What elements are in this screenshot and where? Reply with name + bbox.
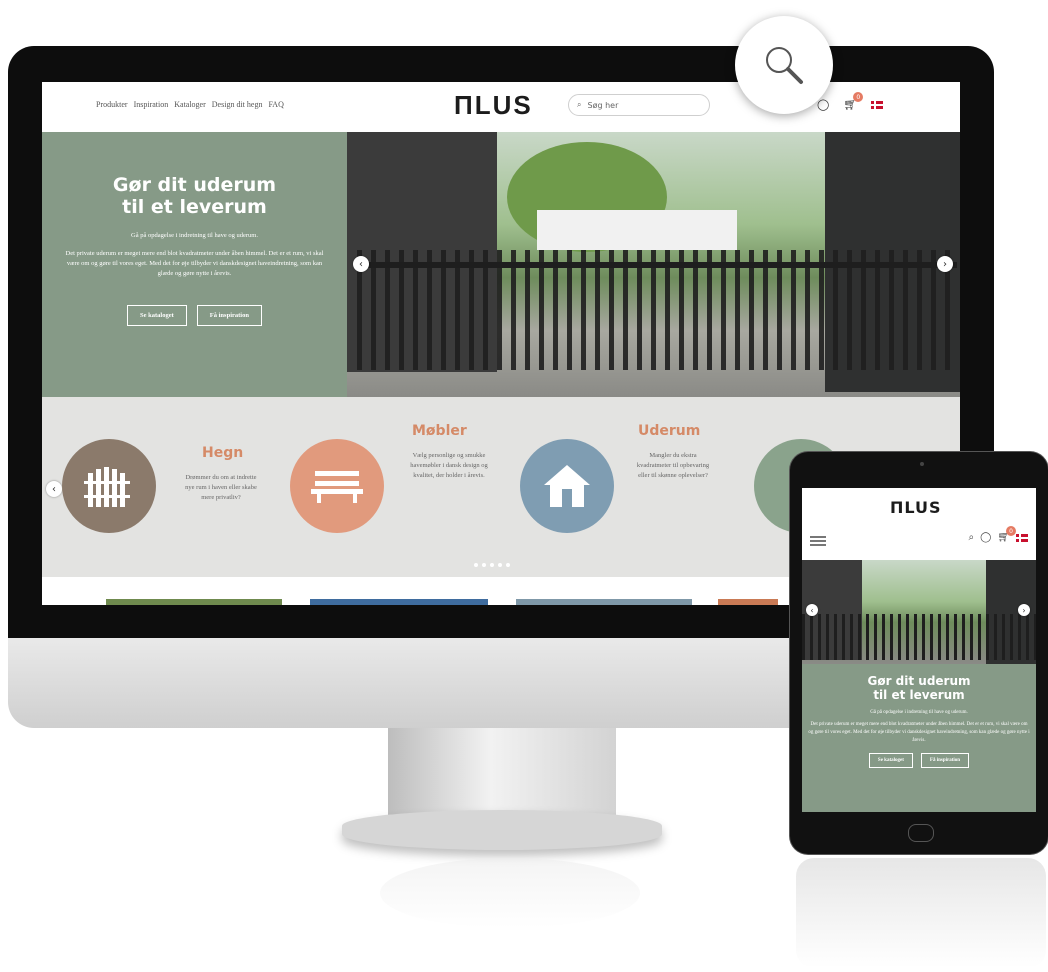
tablet-header-icons: ⌕ ◯ 🛒︎ 0	[968, 526, 1028, 543]
hero-buttons: Se kataloget Få inspiration	[42, 305, 347, 326]
tablet-hero-text: Gør dit uderum til et leverum Gå på opda…	[802, 664, 1036, 812]
fence-shape	[357, 250, 957, 370]
magnifier-icon	[735, 16, 833, 114]
carousel-dots	[474, 563, 510, 567]
carousel-dot[interactable]	[474, 563, 478, 567]
tablet-hero-title: Gør dit uderum til et leverum	[802, 674, 1036, 702]
tablet-next-arrow-icon[interactable]: ›	[1018, 604, 1030, 616]
cart-icon[interactable]: 🛒︎ 0	[843, 92, 864, 111]
tablet-hero-title-line2: til et leverum	[873, 688, 965, 702]
carousel-dot[interactable]	[490, 563, 494, 567]
nav-item-inspiration[interactable]: Inspiration	[134, 100, 169, 109]
hero-image: ‹ ›	[347, 132, 960, 397]
tablet-fence-shape	[802, 614, 1036, 660]
menu-icon[interactable]	[810, 536, 826, 546]
category-title-mobler[interactable]: Møbler	[412, 423, 467, 439]
tablet-camera	[920, 462, 924, 466]
danish-flag-icon[interactable]	[871, 100, 884, 109]
cart-badge: 0	[853, 92, 864, 102]
carousel-dot[interactable]	[498, 563, 502, 567]
tablet-cart-badge: 0	[1006, 526, 1016, 536]
tablet-get-inspiration-button[interactable]: Få inspiration	[920, 753, 970, 768]
search-input[interactable]: ⌕ Søg her	[568, 94, 710, 116]
hero-title-line2: til et leverum	[122, 196, 267, 218]
tablet-prev-arrow-icon[interactable]: ‹	[806, 604, 818, 616]
hero-title: Gør dit uderum til et leverum	[42, 174, 347, 218]
hero-subtitle: Gå på opdagelse i indretning til have og…	[131, 232, 258, 239]
tablet-logo[interactable]: ПLUS	[890, 498, 942, 517]
see-catalog-button[interactable]: Se kataloget	[127, 305, 187, 326]
tablet-see-catalog-button[interactable]: Se kataloget	[868, 753, 913, 768]
main-nav: Produkter Inspiration Kataloger Design d…	[96, 100, 284, 109]
tablet-hero-title-line1: Gør dit uderum	[867, 674, 971, 688]
hero-prev-arrow-icon[interactable]: ‹	[353, 256, 369, 272]
tablet-user-icon[interactable]: ◯	[980, 532, 991, 543]
tablet-danish-flag-icon[interactable]	[1016, 533, 1028, 542]
tablet-hero-subtitle: Gå på opdagelse i indretning til have og…	[870, 710, 968, 715]
thumbnail-image[interactable]	[718, 599, 778, 605]
tablet-home-button[interactable]	[908, 824, 934, 842]
hero-section: Gør dit uderum til et leverum Gå på opda…	[42, 132, 960, 397]
tablet-hero-image: ‹ ›	[802, 560, 1036, 664]
hero-text-panel: Gør dit uderum til et leverum Gå på opda…	[42, 132, 347, 397]
house-category-icon[interactable]	[520, 439, 614, 533]
carousel-dot[interactable]	[482, 563, 486, 567]
hero-next-arrow-icon[interactable]: ›	[937, 256, 953, 272]
get-inspiration-button[interactable]: Få inspiration	[196, 305, 262, 326]
category-title-hegn[interactable]: Hegn	[202, 445, 243, 461]
tablet-hero-buttons: Se kataloget Få inspiration	[802, 753, 1036, 768]
tablet-reflection	[796, 858, 1046, 968]
carousel-dot[interactable]	[506, 563, 510, 567]
nav-item-faq[interactable]: FAQ	[268, 100, 283, 109]
stand-reflection	[380, 858, 640, 928]
search-icon: ⌕	[577, 100, 582, 109]
thumbnail-image[interactable]	[106, 599, 282, 605]
thumbnail-image[interactable]	[516, 599, 692, 605]
category-prev-arrow-icon[interactable]: ‹	[46, 481, 62, 497]
header-icons: ◯ 🛒︎ 0	[817, 92, 884, 111]
category-desc-uderum: Mangler du ekstra kvadratmeter til opbev…	[636, 452, 710, 479]
nav-item-produkter[interactable]: Produkter	[96, 100, 128, 109]
site-logo[interactable]: ПLUS	[454, 90, 533, 121]
tablet-hero-body: Det private uderum er meget mere end blo…	[808, 722, 1030, 743]
category-desc-hegn: Drømmer du om at indrette nye rum i have…	[185, 474, 257, 501]
hero-title-line1: Gør dit uderum	[112, 174, 277, 196]
thumbnail-image[interactable]	[310, 599, 488, 605]
background-house-shape	[537, 210, 737, 250]
search-placeholder: Søg her	[587, 100, 619, 110]
bench-category-icon[interactable]	[290, 439, 384, 533]
nav-item-kataloger[interactable]: Kataloger	[174, 100, 206, 109]
tablet-device: ПLUS ⌕ ◯ 🛒︎ 0 ‹ › Gør dit uderum til et …	[790, 452, 1048, 854]
hero-body: Det private uderum er meget mere end blo…	[65, 250, 324, 277]
fence-category-icon[interactable]	[62, 439, 156, 533]
user-icon[interactable]: ◯	[817, 98, 829, 111]
category-desc-mobler: Vælg personlige og smukke havemøbler i d…	[410, 452, 488, 479]
tablet-search-icon[interactable]: ⌕	[968, 532, 974, 543]
tablet-cart-icon[interactable]: 🛒︎ 0	[997, 526, 1016, 543]
nav-item-design-dit-hegn[interactable]: Design dit hegn	[212, 100, 263, 109]
imac-stand-foot	[342, 810, 662, 850]
tablet-screen: ПLUS ⌕ ◯ 🛒︎ 0 ‹ › Gør dit uderum til et …	[802, 488, 1036, 812]
category-title-uderum[interactable]: Uderum	[638, 423, 700, 439]
